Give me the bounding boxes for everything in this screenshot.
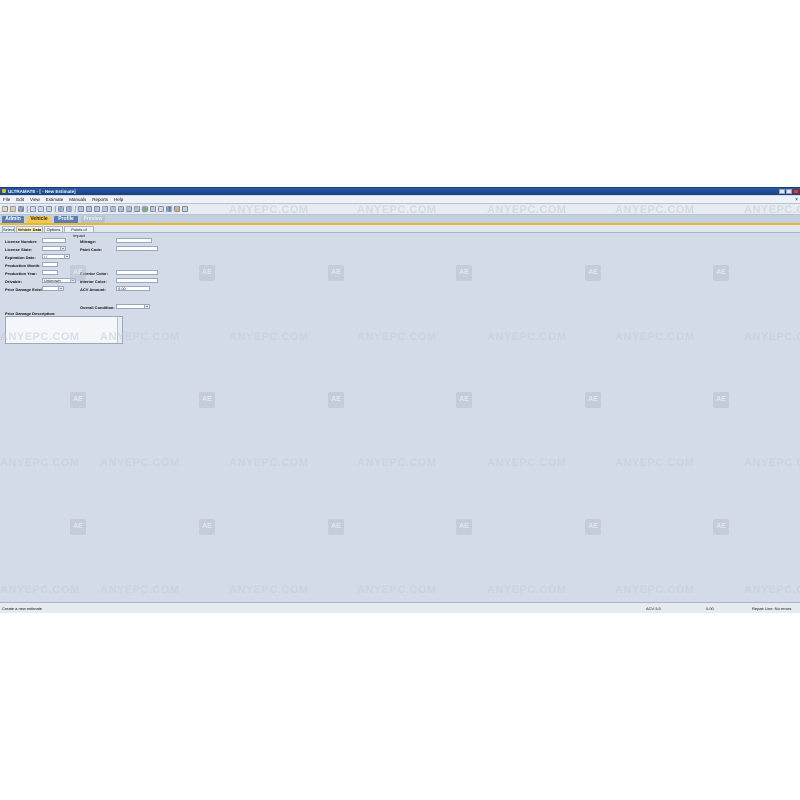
toolbar (0, 204, 800, 215)
menu-estimate[interactable]: Estimate (43, 197, 67, 202)
close-button[interactable] (793, 189, 799, 194)
paste-icon[interactable] (66, 206, 72, 212)
acv-amount-field[interactable]: 0.00 (116, 286, 150, 291)
vehicle-icon[interactable] (86, 206, 92, 212)
chevron-down-icon[interactable] (70, 279, 75, 282)
maximize-button[interactable] (786, 189, 792, 194)
menu-view[interactable]: View (27, 197, 43, 202)
drivable-label: Drivable: (5, 279, 23, 284)
chevron-down-icon[interactable] (60, 247, 65, 250)
minimize-button[interactable] (779, 189, 785, 194)
paint-code-field[interactable] (116, 246, 158, 251)
help-icon[interactable] (166, 206, 172, 212)
chevron-down-icon[interactable] (58, 287, 63, 290)
status-repair-line: Repair Line: No errors (752, 606, 792, 611)
menu-edit[interactable]: Edit (13, 197, 27, 202)
email-icon[interactable] (46, 206, 52, 212)
production-year-field[interactable] (42, 270, 58, 275)
exterior-color-field[interactable] (116, 270, 158, 275)
tab-options[interactable]: Options (44, 226, 63, 232)
lock-icon[interactable] (150, 206, 156, 212)
open-folder-icon[interactable] (10, 206, 16, 212)
acv-amount-label: ACV Amount: (80, 287, 106, 292)
title-bar[interactable]: ULTRAMATE - [ - New Estimate] (0, 188, 800, 195)
vertical-scrollbar[interactable] (117, 317, 122, 343)
graphics-icon[interactable] (118, 206, 124, 212)
mileage-label: Mileage: (80, 239, 97, 244)
overall-condition-select[interactable] (116, 304, 150, 309)
interior-color-field[interactable] (116, 278, 158, 283)
copy-icon[interactable] (58, 206, 64, 212)
tools-icon[interactable] (174, 206, 180, 212)
production-month-field[interactable] (42, 262, 58, 267)
save-icon[interactable] (18, 206, 24, 212)
drivable-select[interactable]: Unknown (42, 278, 76, 283)
status-message: Create a new estimate (2, 606, 43, 611)
notes-icon[interactable] (126, 206, 132, 212)
production-month-label: Production Month: (5, 263, 41, 268)
status-amount: 0.00 (706, 606, 714, 611)
menu-file[interactable]: File (0, 197, 13, 202)
overall-condition-label: Overall Condition: (80, 305, 115, 310)
admin-icon[interactable] (78, 206, 84, 212)
commit-icon[interactable] (142, 206, 148, 212)
menu-reports[interactable]: Reports (89, 197, 111, 202)
tab-vehicle[interactable]: Vehicle (27, 216, 51, 223)
preview-icon[interactable] (102, 206, 108, 212)
search-icon[interactable] (158, 206, 164, 212)
calendar-dropdown-icon[interactable] (64, 255, 69, 258)
interior-color-label: Interior Color: (80, 279, 107, 284)
calculator-icon[interactable] (110, 206, 116, 212)
expiration-date-label: Expiration Date: (5, 255, 36, 260)
prior-damage-exists-select[interactable] (42, 286, 64, 291)
new-estimate-icon[interactable] (2, 206, 8, 212)
tab-admin[interactable]: Admin (2, 216, 24, 223)
mileage-field[interactable] (116, 238, 152, 243)
license-state-select[interactable] (42, 246, 66, 251)
chevron-down-icon[interactable] (144, 305, 149, 308)
primary-tab-bar: Admin Vehicle Profile Preview (0, 215, 800, 225)
exterior-color-label: Exterior Color: (80, 271, 109, 276)
license-number-label: License Number: (5, 239, 38, 244)
expiration-date-field[interactable]: / / (42, 254, 70, 259)
menu-bar: File Edit View Estimate Manuals Reports … (0, 196, 800, 204)
license-number-field[interactable] (42, 238, 66, 243)
print-preview-icon[interactable] (38, 206, 44, 212)
profile-icon[interactable] (94, 206, 100, 212)
window-title: ULTRAMATE - [ - New Estimate] (8, 189, 76, 194)
paint-code-label: Paint Code: (80, 247, 103, 252)
prior-damage-description-field[interactable] (5, 316, 123, 344)
tab-vehicle-data[interactable]: Vehicle Data (16, 226, 43, 232)
exit-icon[interactable] (182, 206, 188, 212)
status-bar: Create a new estimate ACV 5.0 0.00 Repai… (0, 602, 800, 613)
tab-profile[interactable]: Profile (54, 216, 78, 223)
license-state-label: License State: (5, 247, 33, 252)
secondary-tab-bar: Select Vehicle Data Options Points of Im… (0, 225, 800, 238)
tab-select[interactable]: Select (2, 226, 15, 232)
app-icon (2, 189, 6, 193)
app-window: ULTRAMATE - [ - New Estimate] File Edit … (0, 187, 800, 613)
production-year-label: Production Year: (5, 271, 37, 276)
tab-points-of-impact[interactable]: Points of Impact (64, 226, 94, 238)
menu-help[interactable]: Help (111, 197, 126, 202)
print-icon[interactable] (30, 206, 36, 212)
document-close-icon[interactable]: × (795, 197, 798, 203)
prior-damage-exists-label: Prior Damage Exists: (5, 287, 46, 292)
menu-manuals[interactable]: Manuals (66, 197, 89, 202)
photo-icon[interactable] (134, 206, 140, 212)
status-version: ACV 5.0 (646, 606, 661, 611)
tab-preview[interactable]: Preview (81, 216, 105, 223)
